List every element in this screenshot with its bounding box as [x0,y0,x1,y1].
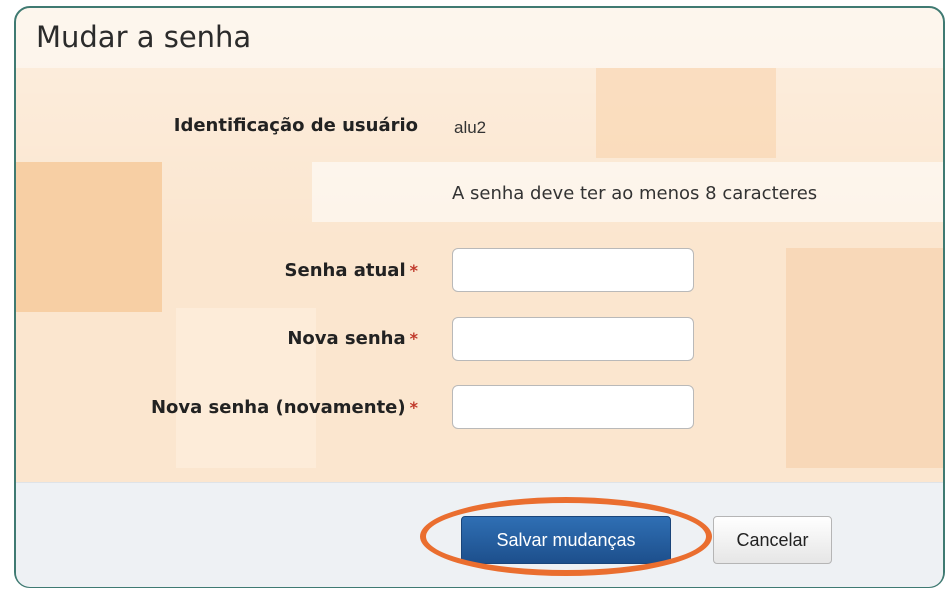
required-icon: * [409,398,418,417]
confirm-password-input[interactable] [452,385,694,429]
new-password-label-text: Nova senha [287,328,406,349]
confirm-password-label: Nova senha (novamente) * [151,397,418,418]
password-hint: A senha deve ter ao menos 8 caracteres [452,183,818,204]
decor-tile [786,248,943,468]
username-value: alu2 [454,118,487,137]
new-password-label: Nova senha * [287,328,418,349]
decor-tile [16,162,162,312]
new-password-row: Nova senha * [0,328,418,356]
confirm-password-row: Nova senha (novamente) * [0,397,418,425]
confirm-password-label-text: Nova senha (novamente) [150,397,406,418]
decor-tile [596,68,776,158]
page-title: Mudar a senha [36,20,252,54]
new-password-input[interactable] [452,317,694,361]
username-row: Identificação de usuário [0,115,418,143]
cancel-button[interactable]: Cancelar [713,516,832,564]
current-password-label-text: Senha atual [284,260,406,281]
current-password-input[interactable] [452,248,694,292]
save-button[interactable]: Salvar mudanças [461,516,671,564]
username-label: Identificação de usuário [173,115,418,136]
current-password-label: Senha atual * [285,260,418,281]
required-icon: * [409,261,418,280]
required-icon: * [409,329,418,348]
current-password-row: Senha atual * [0,260,418,288]
